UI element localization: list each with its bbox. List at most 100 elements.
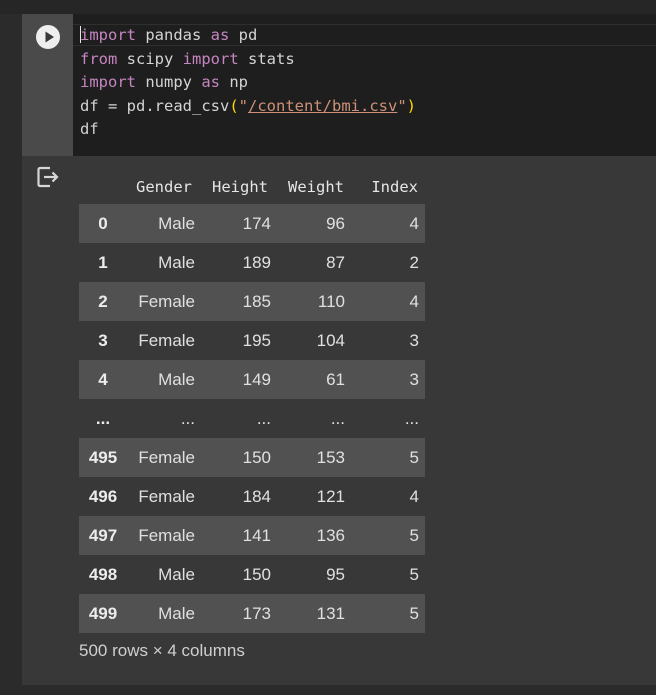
- code-token: /content/bmi.csv: [248, 96, 398, 115]
- table-cell: ...: [330, 408, 345, 428]
- output-exit-icon-graphic: [37, 166, 59, 188]
- table-cell: 185: [199, 282, 275, 321]
- column-header-index: Index: [371, 178, 418, 196]
- table-cell: 2: [409, 252, 419, 272]
- code-cell: import pandas as pd from scipy import sta…: [22, 14, 656, 685]
- table-cell: 5: [351, 516, 425, 555]
- code-token: np: [220, 73, 248, 92]
- table-summary: 500 rows × 4 columns: [79, 641, 245, 660]
- output-exit-icon[interactable]: [35, 164, 61, 190]
- table-cell: Male: [158, 252, 195, 272]
- table-row: 4 Male 149 61 3: [79, 360, 425, 399]
- row-index: 499: [79, 594, 127, 633]
- table-cell: 136: [275, 516, 351, 555]
- table-cell: Female: [138, 330, 195, 350]
- play-circle-icon: [45, 31, 54, 43]
- table-cell: 3: [409, 330, 419, 350]
- code-line: from scipy import stats: [80, 48, 416, 72]
- table-cell: 4: [409, 486, 419, 506]
- table-cell: 121: [316, 486, 345, 506]
- table-cell: 153: [275, 438, 351, 477]
- table-cell: 189: [242, 252, 271, 272]
- cell-gutter: [22, 14, 73, 156]
- column-header-weight: Weight: [288, 178, 344, 196]
- table-cell: 95: [326, 564, 345, 584]
- table-cell: Male: [127, 204, 199, 243]
- table-cell: Female: [127, 438, 199, 477]
- table-cell: Male: [127, 594, 199, 633]
- code-token: df: [80, 120, 99, 139]
- table-cell: 131: [275, 594, 351, 633]
- row-index: 497: [79, 516, 127, 555]
- table-cell: ...: [180, 408, 195, 428]
- code-token: import: [182, 49, 239, 68]
- code-token: scipy: [117, 49, 183, 68]
- column-header-height: Height: [212, 178, 268, 196]
- table-row: 3 Female 195 104 3: [79, 321, 425, 360]
- table-cell: 195: [242, 330, 271, 350]
- table-cell: 4: [351, 282, 425, 321]
- table-row: 495 Female 150 153 5: [79, 438, 425, 477]
- table-cell: Male: [158, 564, 195, 584]
- code-line: df: [80, 118, 416, 142]
- table-cell: 184: [242, 486, 271, 506]
- code-token: numpy: [136, 73, 202, 92]
- code-editor[interactable]: import pandas as pd from scipy import sta…: [73, 14, 656, 156]
- row-index: 3: [98, 330, 108, 350]
- table-cell: ...: [404, 408, 419, 428]
- table-cell: Female: [127, 282, 199, 321]
- row-index: 2: [79, 282, 127, 321]
- table-cell: 3: [351, 360, 425, 399]
- code-token: pd: [229, 26, 258, 44]
- table-cell: 174: [199, 204, 275, 243]
- table-cell: 150: [199, 438, 275, 477]
- table-cell: 4: [351, 204, 425, 243]
- table-row: 499 Male 173 131 5: [79, 594, 425, 633]
- row-index: 498: [88, 564, 118, 584]
- code-token: ": [397, 96, 407, 115]
- code-line: import pandas as pd: [80, 24, 416, 48]
- row-index: 496: [88, 486, 118, 506]
- code-token: (: [229, 96, 239, 115]
- row-index: 1: [98, 252, 108, 272]
- table-cell: Male: [127, 360, 199, 399]
- code-token: df = pd.read_csv: [80, 96, 230, 115]
- code-token: ": [238, 96, 248, 115]
- table-cell: ...: [256, 408, 271, 428]
- run-cell-button[interactable]: [36, 25, 60, 49]
- table-cell: 141: [199, 516, 275, 555]
- code-text: import pandas as pd from scipy import sta…: [80, 24, 416, 142]
- table-cell: 61: [275, 360, 351, 399]
- code-token: import: [80, 26, 136, 44]
- table-cell: 173: [199, 594, 275, 633]
- code-token: stats: [238, 49, 295, 68]
- row-index: 495: [79, 438, 127, 477]
- table-row: 497 Female 141 136 5: [79, 516, 425, 555]
- table-cell: 5: [351, 594, 425, 633]
- column-header-gender: Gender: [136, 178, 192, 196]
- code-token: as: [210, 26, 230, 44]
- code-token: ): [406, 96, 416, 115]
- table-header-row: Gender Height Weight Index: [79, 170, 425, 204]
- code-line: df = pd.read_csv("/content/bmi.csv"): [80, 95, 416, 119]
- notebook-page: import pandas as pd from scipy import sta…: [0, 0, 656, 695]
- table-cell: 96: [275, 204, 351, 243]
- table-cell: 150: [242, 564, 271, 584]
- table-row: 0 Male 174 96 4: [79, 204, 425, 243]
- row-index: ...: [95, 408, 111, 428]
- index-header: [79, 170, 127, 204]
- code-token: pandas: [136, 26, 211, 44]
- table-cell: 5: [409, 564, 419, 584]
- table-row: 496 Female 184 121 4: [79, 477, 425, 516]
- table-row: ...............: [79, 399, 425, 438]
- top-strip: [0, 0, 656, 14]
- code-token: as: [201, 73, 220, 92]
- table-cell: 110: [275, 282, 351, 321]
- dataframe-table: Gender Height Weight Index 0 Male 174 96 4 1 M…: [79, 170, 425, 633]
- code-line: import numpy as np: [80, 71, 416, 95]
- code-token: from: [80, 49, 118, 68]
- table-row: 1 Male 189 87 2: [79, 243, 425, 282]
- table-cell: Female: [138, 486, 195, 506]
- row-index: 4: [79, 360, 127, 399]
- table-row: 498 Male 150 95 5: [79, 555, 425, 594]
